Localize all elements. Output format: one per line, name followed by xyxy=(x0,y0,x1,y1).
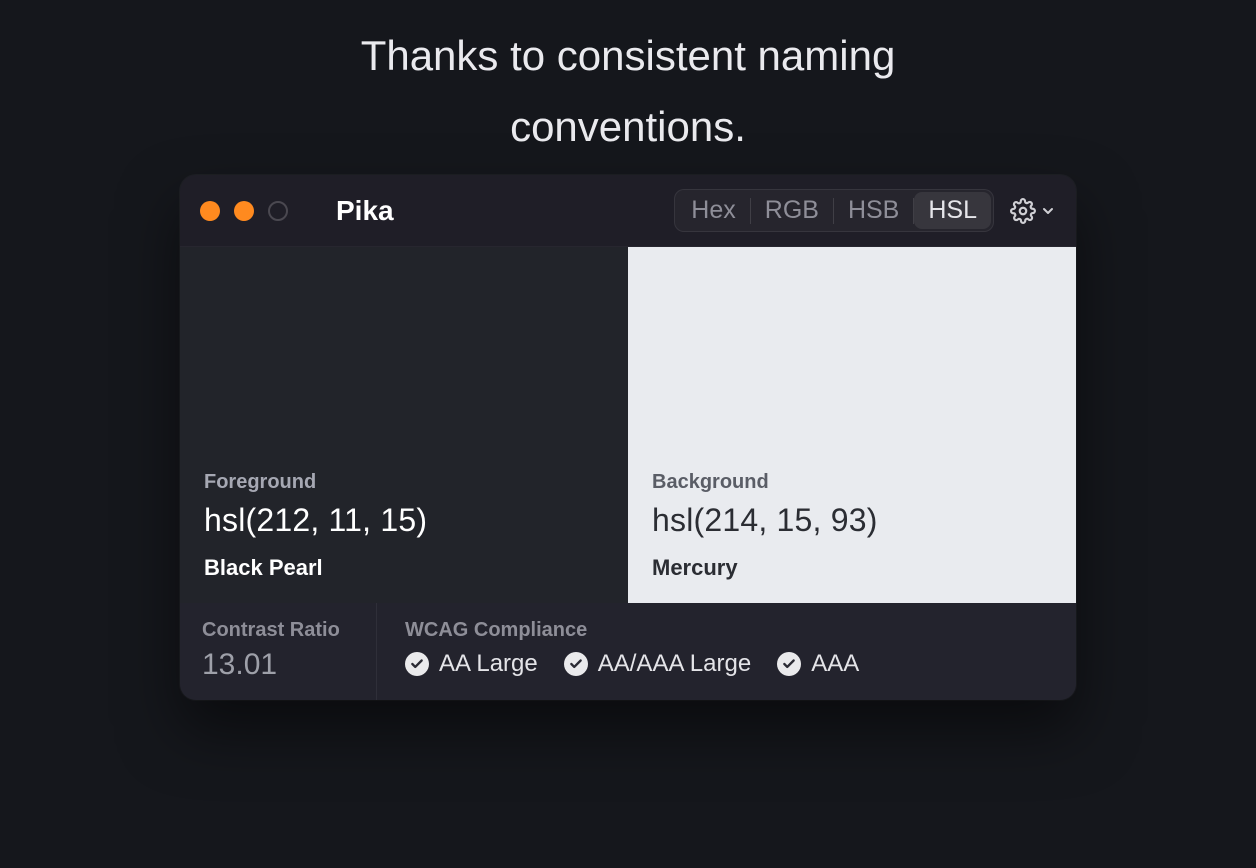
window-zoom-button[interactable] xyxy=(268,201,288,221)
contrast-value: 13.01 xyxy=(202,648,354,682)
app-window: Pika Hex RGB HSB HSL xyxy=(180,175,1076,700)
wcag-badge-aa-aaa-large: AA/AAA Large xyxy=(564,650,751,678)
swatches: Foreground hsl(212, 11, 15) Black Pearl … xyxy=(180,247,1076,603)
check-icon xyxy=(777,652,801,676)
background-label: Background xyxy=(652,471,1052,494)
format-tab-hex[interactable]: Hex xyxy=(677,192,749,229)
wcag-badge-aa-large: AA Large xyxy=(405,650,538,678)
wcag-label: WCAG Compliance xyxy=(405,619,1048,642)
window-minimize-button[interactable] xyxy=(234,201,254,221)
heading-line-2: conventions. xyxy=(510,103,746,150)
wcag-badge-label: AA Large xyxy=(439,650,538,678)
gear-icon xyxy=(1010,198,1036,224)
color-format-segment: Hex RGB HSB HSL xyxy=(674,189,994,232)
wcag-badges: AA Large AA/AAA Large AAA xyxy=(405,650,1048,678)
check-icon xyxy=(564,652,588,676)
page-heading: Thanks to consistent naming conventions. xyxy=(0,20,1256,163)
titlebar: Pika Hex RGB HSB HSL xyxy=(180,175,1076,247)
traffic-lights xyxy=(200,201,288,221)
wcag-badge-label: AAA xyxy=(811,650,859,678)
chevron-down-icon xyxy=(1040,203,1056,219)
heading-line-1: Thanks to consistent naming xyxy=(361,32,896,79)
format-tab-rgb[interactable]: RGB xyxy=(751,192,833,229)
settings-button[interactable] xyxy=(1010,198,1056,224)
contrast-box: Contrast Ratio 13.01 xyxy=(180,603,377,700)
foreground-color-name: Black Pearl xyxy=(204,555,604,581)
window-close-button[interactable] xyxy=(200,201,220,221)
foreground-swatch[interactable]: Foreground hsl(212, 11, 15) Black Pearl xyxy=(180,247,628,603)
background-value: hsl(214, 15, 93) xyxy=(652,502,1052,539)
background-color-name: Mercury xyxy=(652,555,1052,581)
app-title: Pika xyxy=(336,195,394,227)
foreground-label: Foreground xyxy=(204,471,604,494)
format-tab-hsl[interactable]: HSL xyxy=(914,192,991,229)
foreground-value: hsl(212, 11, 15) xyxy=(204,502,604,539)
contrast-label: Contrast Ratio xyxy=(202,619,354,642)
check-icon xyxy=(405,652,429,676)
wcag-badge-label: AA/AAA Large xyxy=(598,650,751,678)
wcag-box: WCAG Compliance AA Large AA/AAA Large xyxy=(377,603,1076,700)
footer: Contrast Ratio 13.01 WCAG Compliance AA … xyxy=(180,603,1076,700)
background-swatch[interactable]: Background hsl(214, 15, 93) Mercury xyxy=(628,247,1076,603)
wcag-badge-aaa: AAA xyxy=(777,650,859,678)
format-tab-hsb[interactable]: HSB xyxy=(834,192,913,229)
